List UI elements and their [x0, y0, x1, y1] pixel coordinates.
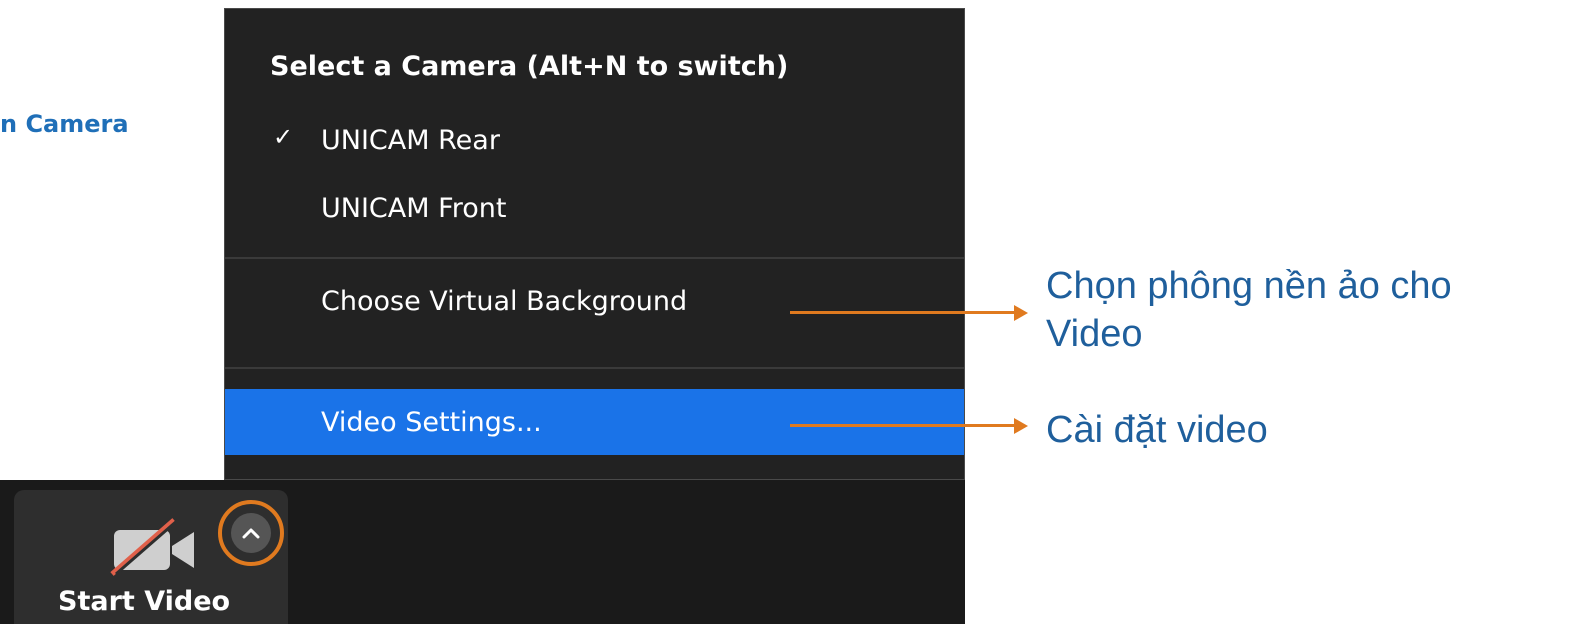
- video-options-chevron-button[interactable]: [218, 500, 284, 566]
- annotation-arrow-line: [790, 424, 1016, 427]
- start-video-label: Start Video: [58, 586, 231, 617]
- menu-item-label: Video Settings...: [321, 406, 542, 438]
- virtual-background-annotation: Chọn phông nền ảo cho Video: [1046, 262, 1452, 358]
- camera-off-icon: [110, 518, 194, 576]
- menu-divider: [225, 367, 964, 369]
- annotation-line: Video: [1046, 313, 1143, 355]
- menu-item-label: UNICAM Front: [321, 192, 507, 224]
- menu-item-unicam-rear[interactable]: ✓ UNICAM Rear: [225, 107, 964, 173]
- menu-item-label: Choose Virtual Background: [321, 285, 688, 317]
- menu-header: Select a Camera (Alt+N to switch): [270, 51, 789, 82]
- camera-annotation-label: n Camera: [0, 110, 129, 138]
- camera-menu: Select a Camera (Alt+N to switch) ✓ UNIC…: [224, 8, 965, 480]
- chevron-up-icon: [231, 513, 271, 553]
- annotation-line: Chọn phông nền ảo cho: [1046, 265, 1452, 307]
- annotation-arrow-head: [1014, 305, 1028, 321]
- menu-item-video-settings[interactable]: Video Settings...: [225, 389, 964, 455]
- menu-item-unicam-front[interactable]: UNICAM Front: [225, 175, 964, 241]
- video-settings-annotation: Cài đặt video: [1046, 409, 1268, 451]
- annotation-arrow-head: [1014, 418, 1028, 434]
- check-icon: ✓: [273, 123, 294, 151]
- annotation-arrow-line: [790, 311, 1016, 314]
- menu-item-label: UNICAM Rear: [321, 124, 500, 156]
